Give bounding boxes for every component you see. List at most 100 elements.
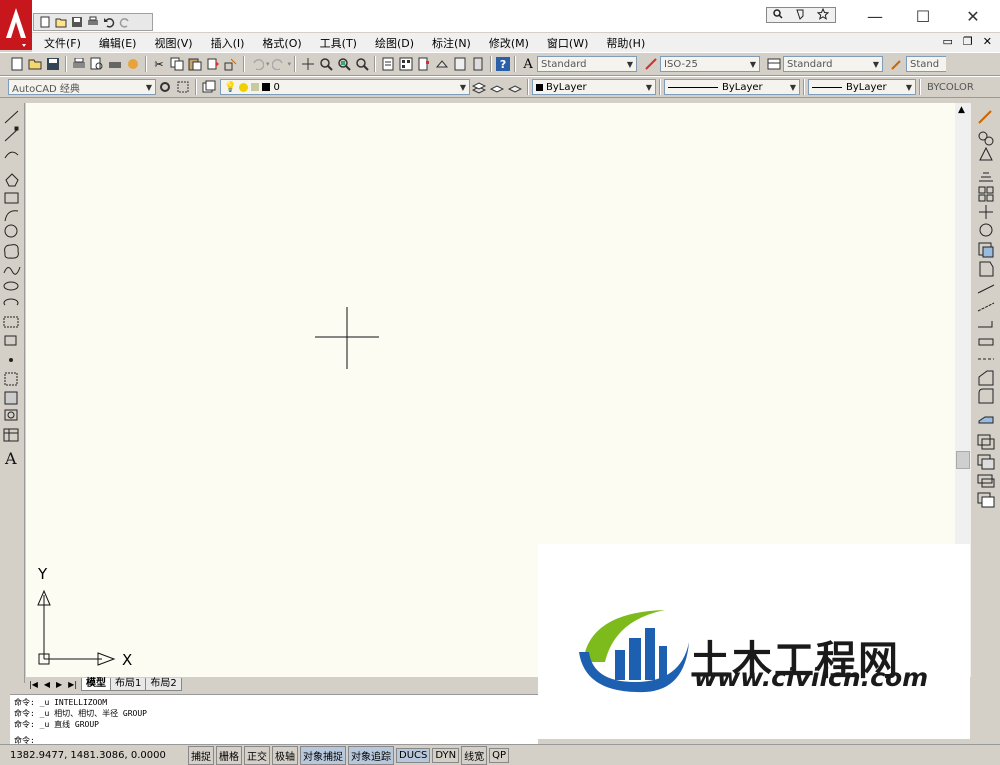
open-icon[interactable] bbox=[54, 16, 68, 28]
menu-modify[interactable]: 修改(M) bbox=[480, 35, 538, 51]
cut-icon[interactable]: ✂ bbox=[151, 56, 167, 72]
zoom-realtime-icon[interactable] bbox=[318, 56, 334, 72]
menu-file[interactable]: 文件(F) bbox=[32, 35, 90, 51]
text-style-select[interactable]: Standard ▼ bbox=[537, 56, 638, 72]
coordinate-display[interactable]: 1382.9477, 1481.3086, 0.0000 bbox=[0, 750, 186, 761]
design-center-icon[interactable] bbox=[398, 56, 414, 72]
lineweight-toggle[interactable]: 线宽 bbox=[461, 745, 488, 765]
3d-dwf-icon[interactable] bbox=[125, 56, 141, 72]
qp-toggle[interactable]: QP bbox=[489, 747, 510, 763]
menu-tools[interactable]: 工具(T) bbox=[311, 35, 366, 51]
application-menu-button[interactable] bbox=[0, 0, 32, 50]
tab-layout2[interactable]: 布局2 bbox=[145, 677, 182, 691]
workspace-settings-icon[interactable] bbox=[157, 79, 173, 95]
command-window[interactable]: 命令: _u INTELLIZOOM 命令: _u 相切、相切、半径 GROUP… bbox=[10, 694, 538, 745]
scroll-up-icon[interactable]: ▲ bbox=[958, 105, 965, 115]
menu-view[interactable]: 视图(V) bbox=[145, 35, 201, 51]
snap-toggle[interactable]: 捕捉 bbox=[188, 745, 214, 765]
doc-close-button[interactable]: ✕ bbox=[983, 35, 992, 48]
layer-states-icon[interactable] bbox=[507, 79, 523, 95]
block-editor-icon[interactable] bbox=[223, 56, 239, 72]
tab-last-icon[interactable]: ▶| bbox=[65, 680, 82, 689]
tool-palettes-icon[interactable] bbox=[416, 56, 432, 72]
publish-icon[interactable] bbox=[107, 56, 123, 72]
match-properties-icon[interactable] bbox=[205, 56, 221, 72]
layer-on-icon[interactable]: 💡 bbox=[224, 82, 236, 93]
layer-previous-icon[interactable] bbox=[489, 79, 505, 95]
layers-properties-toolbar: AutoCAD 经典 ▼ 💡 0 ▼ ByLayer ▼ ByLayer ▼ ByLa… bbox=[0, 76, 1000, 98]
lineweight-control-select[interactable]: ByLayer ▼ bbox=[808, 79, 916, 95]
save-icon[interactable] bbox=[45, 56, 61, 72]
dim-style-select[interactable]: ISO-25 ▼ bbox=[660, 56, 761, 72]
tab-first-icon[interactable]: |◀ bbox=[26, 680, 41, 689]
menu-edit[interactable]: 编辑(E) bbox=[90, 35, 146, 51]
save-icon[interactable] bbox=[70, 16, 84, 28]
make-object-layer-current-icon[interactable] bbox=[471, 79, 487, 95]
otrack-toggle[interactable]: 对象追踪 bbox=[348, 745, 394, 765]
doc-minimize-button[interactable]: ▭ bbox=[943, 35, 953, 48]
zoom-window-icon[interactable] bbox=[336, 56, 352, 72]
layer-lock-icon[interactable] bbox=[251, 83, 260, 91]
multileader-style-icon[interactable] bbox=[889, 56, 905, 72]
tab-prev-icon[interactable]: ◀ bbox=[41, 680, 53, 689]
undo-dropdown-icon[interactable]: ▾ bbox=[266, 60, 270, 68]
maximize-button[interactable]: ☐ bbox=[900, 4, 946, 28]
undo-icon[interactable] bbox=[102, 16, 116, 28]
open-icon[interactable] bbox=[27, 56, 43, 72]
grid-toggle[interactable]: 栅格 bbox=[216, 745, 242, 765]
menu-draw[interactable]: 绘图(D) bbox=[366, 35, 423, 51]
osnap-toggle[interactable]: 对象捕捉 bbox=[300, 745, 346, 765]
tab-layout1[interactable]: 布局1 bbox=[110, 677, 147, 691]
menu-format[interactable]: 格式(O) bbox=[253, 35, 310, 51]
new-icon[interactable] bbox=[38, 16, 52, 28]
table-style-icon[interactable] bbox=[766, 56, 782, 72]
polar-toggle[interactable]: 极轴 bbox=[272, 745, 298, 765]
layer-properties-icon[interactable] bbox=[201, 79, 217, 95]
paste-icon[interactable] bbox=[187, 56, 203, 72]
minimize-button[interactable]: — bbox=[852, 4, 898, 28]
copy-icon[interactable] bbox=[169, 56, 185, 72]
print-icon[interactable] bbox=[86, 16, 100, 28]
menu-window[interactable]: 窗口(W) bbox=[538, 35, 597, 51]
tab-model[interactable]: 模型 bbox=[81, 677, 112, 691]
close-button[interactable]: ✕ bbox=[950, 4, 996, 28]
plot-icon[interactable] bbox=[71, 56, 87, 72]
redo-icon[interactable] bbox=[118, 16, 132, 28]
sheet-set-icon[interactable] bbox=[434, 56, 450, 72]
dim-style-icon[interactable] bbox=[643, 56, 659, 72]
qnew-icon[interactable] bbox=[9, 56, 25, 72]
redo-icon[interactable] bbox=[271, 56, 287, 72]
plot-preview-icon[interactable] bbox=[89, 56, 105, 72]
ducs-toggle[interactable]: DUCS bbox=[396, 747, 431, 763]
multileader-style-select[interactable]: Stand bbox=[906, 56, 947, 72]
text-style-icon[interactable]: A bbox=[520, 56, 536, 72]
help-icon[interactable]: ? bbox=[496, 57, 511, 71]
calculator-icon[interactable] bbox=[470, 56, 486, 72]
linetype-control-select[interactable]: ByLayer ▼ bbox=[664, 79, 800, 95]
menu-dimension[interactable]: 标注(N) bbox=[423, 35, 480, 51]
pan-icon[interactable] bbox=[300, 56, 316, 72]
doc-restore-button[interactable]: ❐ bbox=[963, 35, 973, 48]
redo-dropdown-icon[interactable]: ▾ bbox=[288, 60, 292, 68]
layer-select[interactable]: 💡 0 ▼ bbox=[220, 79, 470, 95]
layer-freeze-icon[interactable] bbox=[239, 82, 249, 92]
favorites-star-icon[interactable] bbox=[816, 7, 830, 23]
plot-style-control[interactable]: BYCOLOR bbox=[924, 79, 984, 95]
ortho-toggle[interactable]: 正交 bbox=[244, 745, 270, 765]
table-style-select[interactable]: Standard ▼ bbox=[783, 56, 884, 72]
communication-icon[interactable] bbox=[795, 8, 805, 23]
tab-next-icon[interactable]: ▶ bbox=[53, 680, 65, 689]
menu-insert[interactable]: 插入(I) bbox=[202, 35, 254, 51]
color-control-select[interactable]: ByLayer ▼ bbox=[532, 79, 656, 95]
scroll-thumb[interactable] bbox=[956, 451, 970, 469]
markup-icon[interactable] bbox=[452, 56, 468, 72]
properties-icon[interactable] bbox=[380, 56, 396, 72]
zoom-previous-icon[interactable] bbox=[354, 56, 370, 72]
my-workspace-icon[interactable] bbox=[175, 79, 191, 95]
menu-help[interactable]: 帮助(H) bbox=[597, 35, 654, 51]
undo-icon[interactable] bbox=[249, 56, 265, 72]
workspace-select[interactable]: AutoCAD 经典 ▼ bbox=[8, 79, 156, 95]
dyn-toggle[interactable]: DYN bbox=[432, 747, 460, 763]
search-icon[interactable] bbox=[773, 8, 783, 22]
command-history-line: 命令: _u INTELLIZOOM bbox=[14, 698, 108, 707]
